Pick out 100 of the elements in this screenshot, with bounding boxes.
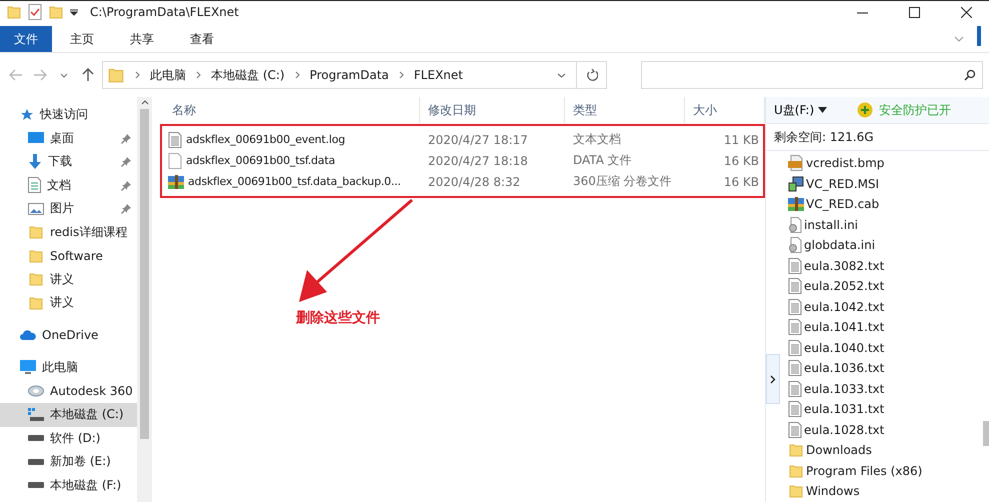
download-icon: [28, 154, 42, 170]
settings-file-icon: [788, 237, 802, 254]
sidebar-item[interactable]: 快速访问: [0, 103, 137, 126]
sidebar-item[interactable]: 图片: [0, 197, 137, 220]
expand-toggle[interactable]: [766, 354, 780, 404]
text-file-icon: [788, 380, 802, 397]
breadcrumb-item[interactable]: FLEXnet: [414, 68, 463, 82]
ribbon-tab[interactable]: 文件: [0, 26, 52, 52]
breadcrumb-item[interactable]: ProgramData: [310, 68, 389, 82]
pin-icon[interactable]: [121, 180, 131, 190]
file-name[interactable]: vcredist.bmp: [806, 156, 884, 170]
file-name[interactable]: eula.1028.txt: [804, 422, 884, 437]
ribbon-tab[interactable]: 查看: [172, 26, 232, 52]
file-name[interactable]: VC_RED.cab: [806, 197, 880, 212]
document-icon: [28, 177, 41, 194]
sidebar-item[interactable]: 软件 (D:): [0, 426, 137, 450]
sidebar-item[interactable]: 桌面: [0, 126, 137, 150]
column-header[interactable]: 名称: [152, 97, 420, 123]
type-cell-text: DATA 文件: [572, 152, 633, 169]
date-cell-text: 2020/4/27 18:17: [427, 132, 529, 146]
file-name[interactable]: VC_RED.MSI: [806, 176, 880, 191]
breadcrumb-item[interactable]: 本地磁盘 (C:): [211, 66, 285, 84]
file-name[interactable]: eula.1036.txt: [804, 361, 884, 376]
file-name[interactable]: Windows: [806, 484, 860, 498]
text-file-icon: [788, 422, 802, 438]
ribbon-tab[interactable]: 共享: [112, 26, 172, 52]
file-name[interactable]: adskflex_00691b00_tsf.data_backup.0...: [188, 175, 401, 188]
image-file-icon: [788, 155, 804, 172]
scroll-up-icon[interactable]: [140, 99, 148, 105]
sidebar-item[interactable]: 文档: [0, 174, 137, 197]
protection-status: 安全防护已开: [879, 102, 952, 118]
text-file-icon: [788, 340, 802, 356]
column-header[interactable]: 修改日期: [420, 97, 565, 123]
column-header[interactable]: 类型: [565, 97, 685, 123]
dropdown-icon[interactable]: [70, 8, 78, 16]
folder-icon: [28, 271, 44, 288]
folder-icon: [788, 442, 804, 458]
folder-icon: [107, 66, 125, 84]
text-file-icon: [788, 319, 802, 336]
date-cell-text: 2020/4/27 18:18: [427, 154, 529, 168]
sidebar-item[interactable]: 本地磁盘 (C:): [0, 403, 137, 426]
drive-icon: [28, 482, 44, 488]
folder-icon: [28, 294, 44, 311]
drive-icon: [28, 458, 44, 465]
window-title: C:\ProgramData\FLEXnet: [90, 5, 240, 19]
computer-icon: [20, 360, 36, 376]
sidebar-item[interactable]: OneDrive: [0, 324, 137, 347]
file-name[interactable]: eula.3082.txt: [804, 258, 884, 273]
pin-icon[interactable]: [121, 134, 131, 144]
file-name[interactable]: Downloads: [806, 443, 872, 458]
file-name[interactable]: eula.1033.txt: [804, 382, 884, 396]
file-name[interactable]: eula.1031.txt: [804, 402, 884, 416]
maximize-icon: [908, 6, 920, 18]
drive-selector[interactable]: U盘(F:): [774, 102, 828, 118]
text-file-icon: [788, 360, 802, 376]
type-cell-text: 文本文档: [572, 131, 622, 148]
file-name[interactable]: eula.1041.txt: [804, 320, 884, 334]
file-name[interactable]: adskflex_00691b00_event.log: [186, 133, 346, 146]
free-space: 剩余空间: 121.6G: [774, 128, 875, 146]
chevron-down-icon: [556, 72, 566, 78]
size-cell-text: 16 KB: [722, 154, 760, 168]
system-drive-icon: [28, 408, 44, 422]
file-name[interactable]: adskflex_00691b00_tsf.data: [186, 154, 335, 167]
sidebar-item[interactable]: 此电脑: [0, 356, 137, 380]
ribbon-tab[interactable]: 主页: [52, 26, 112, 52]
folder-icon: [788, 483, 804, 500]
sidebar-item[interactable]: 新加卷 (E:): [0, 450, 137, 474]
file-name[interactable]: install.ini: [804, 218, 858, 232]
chevron-icon: [294, 71, 300, 79]
desktop-icon: [28, 132, 44, 144]
size-cell-text: 11 KB: [722, 132, 760, 146]
file-name[interactable]: eula.1040.txt: [804, 340, 884, 355]
close-icon: [960, 6, 972, 18]
date-cell-text: 2020/4/28 8:32: [427, 174, 522, 188]
sidebar-item[interactable]: Autodesk 360: [0, 380, 137, 403]
size-cell-text: 16 KB: [722, 174, 760, 188]
file-name[interactable]: globdata.ini: [804, 238, 876, 252]
breadcrumb-item[interactable]: 此电脑: [150, 66, 186, 84]
file-name[interactable]: eula.2052.txt: [804, 279, 884, 294]
properties-icon[interactable]: [28, 4, 42, 20]
folder-icon: [6, 4, 22, 20]
sidebar-item[interactable]: redis详细课程: [0, 220, 137, 244]
installer-icon: [788, 176, 804, 192]
search-icon: [964, 69, 976, 81]
sidebar-item[interactable]: 讲义: [0, 291, 137, 314]
caret-icon: [818, 107, 828, 113]
file-name[interactable]: eula.1042.txt: [804, 300, 884, 314]
blank-file-icon: [168, 152, 182, 168]
column-header[interactable]: 大小: [685, 97, 765, 123]
scrollbar[interactable]: [137, 97, 152, 502]
sidebar-item[interactable]: 本地磁盘 (F:): [0, 474, 137, 497]
pin-icon[interactable]: [121, 204, 131, 214]
pin-icon[interactable]: [121, 157, 131, 167]
search-field[interactable]: [641, 61, 983, 89]
sidebar-item[interactable]: 下载: [0, 150, 137, 174]
sidebar-item[interactable]: 讲义: [0, 268, 137, 291]
file-name[interactable]: Program Files (x86): [806, 464, 922, 478]
chevron-icon: [398, 71, 404, 79]
address-bar[interactable]: 此电脑 本地磁盘 (C:) ProgramData FLEXnet: [102, 61, 607, 89]
sidebar-item[interactable]: Software: [0, 244, 137, 268]
